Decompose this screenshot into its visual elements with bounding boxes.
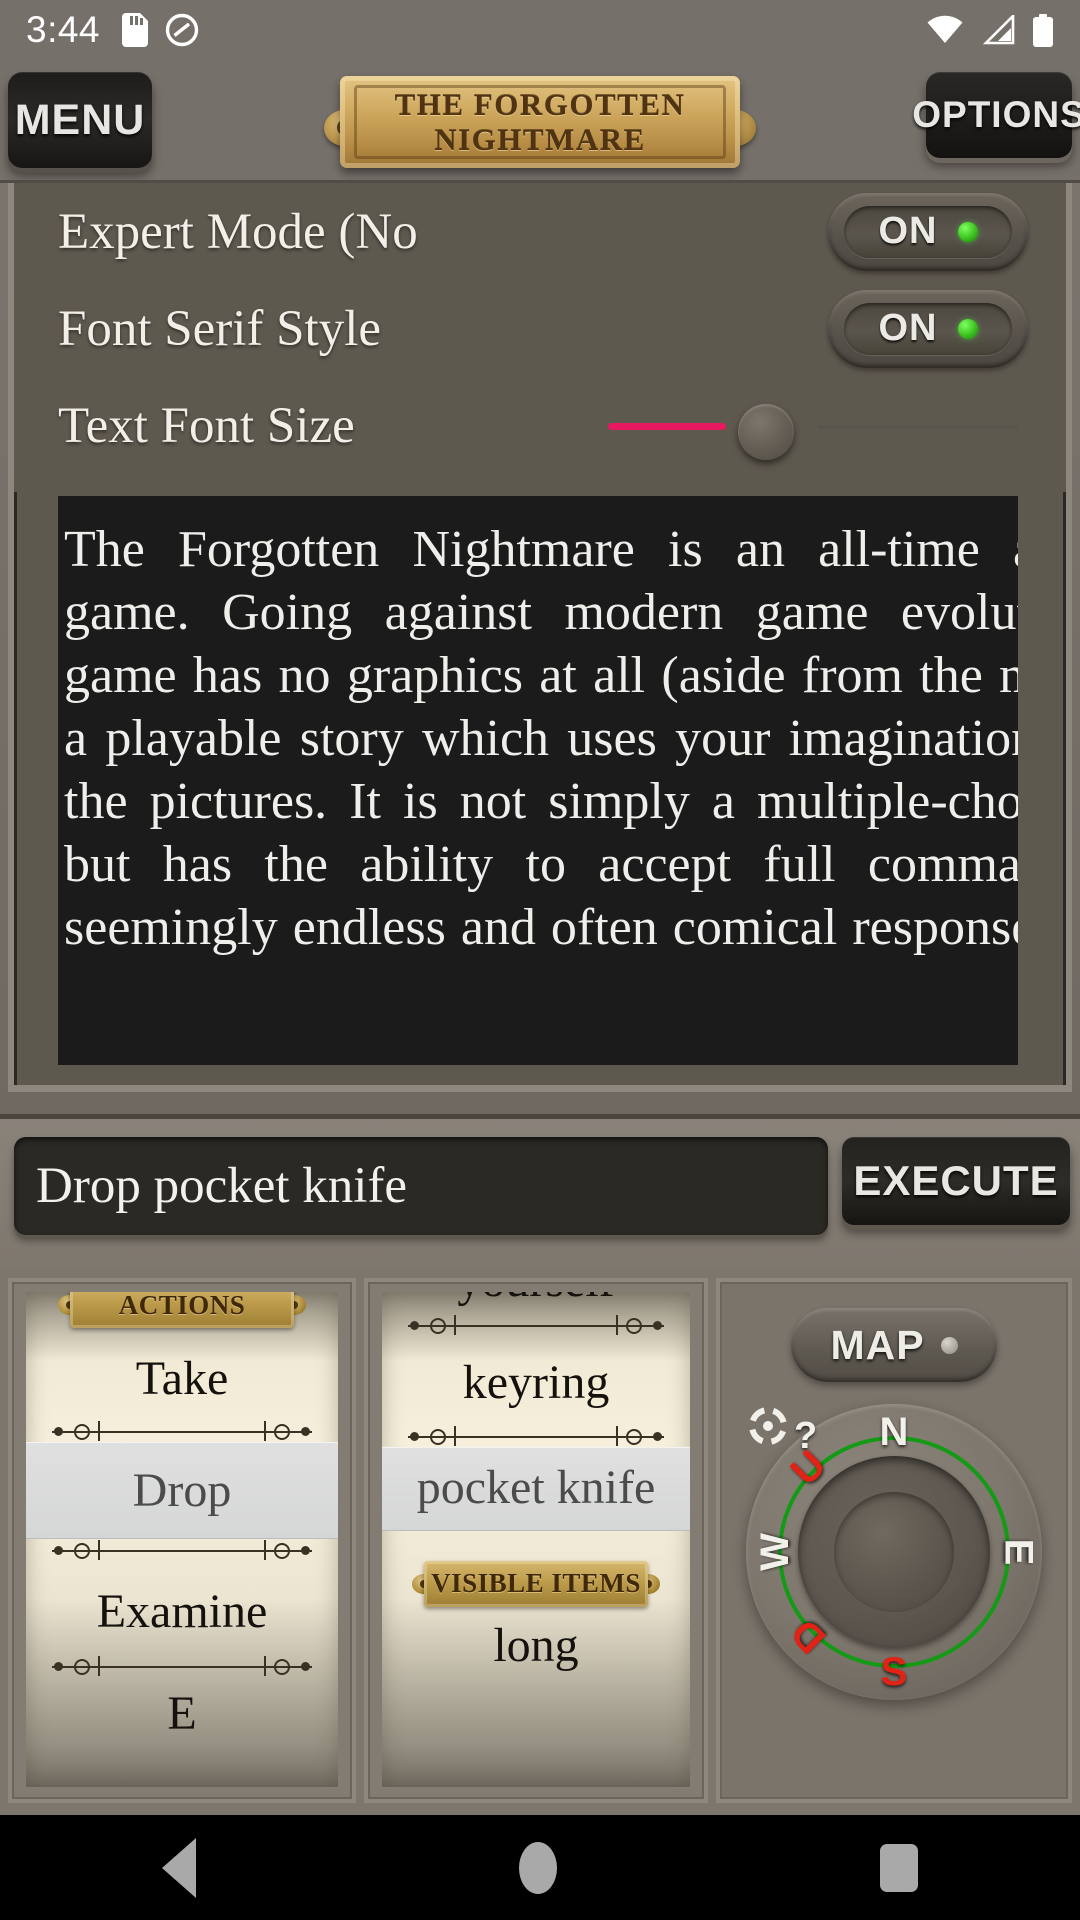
compass-south-button[interactable]: S [881,1652,908,1692]
slider-empty-track [818,424,1018,429]
items-header-plaque: VISIBLE ITEMS [412,1560,660,1607]
page-title-line2: NIGHTMARE [434,122,646,157]
item-label-long: long [493,1618,579,1672]
cell-signal-icon [982,15,1015,45]
led-indicator-icon [957,221,978,242]
toggle-font-serif[interactable]: ON [828,289,1028,368]
list-item-selected[interactable]: pocket knife [382,1446,690,1531]
recents-square-icon[interactable] [880,1843,919,1892]
look-target-icon[interactable] [746,1407,794,1452]
toggle-expert-mode[interactable]: ON [828,192,1028,271]
list-item-clipped[interactable]: E [26,1677,338,1739]
slider-filled-track [608,422,726,430]
menu-button[interactable]: MENU [8,72,152,168]
story-text-box[interactable]: The Forgotten Nightmare is an all-time a… [58,496,1018,1065]
compass-north-button[interactable]: N [880,1412,909,1452]
setting-label-font-serif: Font Serif Style [58,300,382,357]
map-button[interactable]: MAP [791,1308,997,1382]
actions-header-label: ACTIONS [118,1292,246,1320]
item-label-keyring: keyring [462,1356,610,1410]
slider-text-font-size[interactable] [608,396,1028,460]
compass-west-button[interactable]: W [753,1533,797,1571]
setting-label-expert-mode: Expert Mode (No [58,203,418,260]
actions-header-plaque: ACTIONS [58,1292,306,1328]
actions-scroll-list[interactable]: ACTIONS Take Drop Examine E [26,1292,338,1787]
game-top-bar: MENU THE FORGOTTEN NIGHTMARE OPTIONS [0,60,1080,180]
list-divider-icon [52,1420,312,1442]
item-label-clipped: yourself [382,1292,690,1306]
toggle-face: ON [844,205,1012,258]
setting-row-expert-mode: Expert Mode (No ON [58,183,1036,280]
list-item[interactable]: keyring [382,1336,690,1424]
list-item[interactable]: Examine [26,1561,338,1655]
execute-button[interactable]: EXECUTE [842,1137,1070,1225]
page-title-line1: THE FORGOTTEN [394,87,686,122]
setting-row-font-serif: Font Serif Style ON [58,280,1036,377]
map-indicator-icon [940,1336,958,1354]
list-item[interactable]: long [382,1607,690,1671]
options-button[interactable]: OPTIONS [912,72,1080,158]
plaque-body: ACTIONS [70,1292,294,1328]
list-divider-icon [52,1539,312,1561]
actions-panel: ACTIONS Take Drop Examine E [8,1278,356,1803]
command-bar: Drop pocket knife EXECUTE [0,1119,1080,1270]
list-item-clipped[interactable]: yourself [382,1292,690,1306]
items-panel: yourself keyring pocket knife [364,1278,708,1803]
back-triangle-icon[interactable] [161,1837,196,1898]
command-input-value: Drop pocket knife [36,1158,408,1214]
game-panel-inner: Expert Mode (No ON Font Serif Style ON T… [8,183,1072,1092]
do-not-disturb-icon [165,13,199,47]
compass-hub[interactable] [798,1456,990,1648]
battery-icon [1033,13,1053,47]
setting-row-text-font-size: Text Font Size [58,377,1036,474]
status-right-icons [926,13,1054,47]
list-divider-icon [52,1655,312,1677]
action-label-clipped: E [167,1687,197,1741]
app-screen: 3:44 MENU THE FORGOTTEN NIGHTMARE OPTION… [0,0,1080,1920]
compass-east-button[interactable]: E [997,1539,1041,1566]
list-item[interactable]: Take [26,1328,338,1420]
items-scroll-list[interactable]: yourself keyring pocket knife [382,1292,690,1787]
game-panel: Expert Mode (No ON Font Serif Style ON T… [0,180,1080,1119]
command-input[interactable]: Drop pocket knife [14,1137,828,1235]
android-nav-bar [0,1815,1080,1920]
list-item-selected[interactable]: Drop [26,1442,338,1539]
items-header-label: VISIBLE ITEMS [431,1568,641,1599]
compass-control[interactable]: N E S W U D ? [746,1404,1042,1700]
status-left-icons [122,13,199,47]
wifi-icon [927,15,963,44]
action-label-examine: Examine [96,1584,268,1638]
slider-thumb[interactable] [738,403,794,460]
home-circle-icon[interactable] [518,1841,557,1894]
list-divider-icon [408,1314,664,1336]
settings-list: Expert Mode (No ON Font Serif Style ON T… [14,183,1066,492]
action-label-drop: Drop [132,1464,232,1518]
plaque-inner: THE FORGOTTEN NIGHTMARE [354,85,726,159]
bottom-panels: ACTIONS Take Drop Examine E keyring pock… [0,1270,1080,1815]
nav-panel: MAP N E S W U D ? [716,1278,1072,1803]
list-divider-icon [408,1425,664,1447]
title-plaque: THE FORGOTTEN NIGHTMARE [310,76,770,168]
plaque-body: THE FORGOTTEN NIGHTMARE [340,76,740,168]
led-indicator-icon [957,318,978,339]
android-status-bar: 3:44 [0,0,1080,60]
toggle-face: ON [844,302,1012,355]
status-clock: 3:44 [26,9,101,50]
toggle-value-font-serif: ON [878,307,938,349]
sd-card-icon [122,13,149,47]
plaque-body: VISIBLE ITEMS [424,1560,648,1607]
toggle-value-expert-mode: ON [878,210,938,252]
setting-label-text-font-size: Text Font Size [58,397,355,454]
item-label-pocket-knife: pocket knife [416,1460,656,1514]
map-button-label: MAP [830,1321,925,1368]
story-text: The Forgotten Nightmare is an all-time a… [64,521,1018,956]
action-label-take: Take [135,1352,229,1405]
